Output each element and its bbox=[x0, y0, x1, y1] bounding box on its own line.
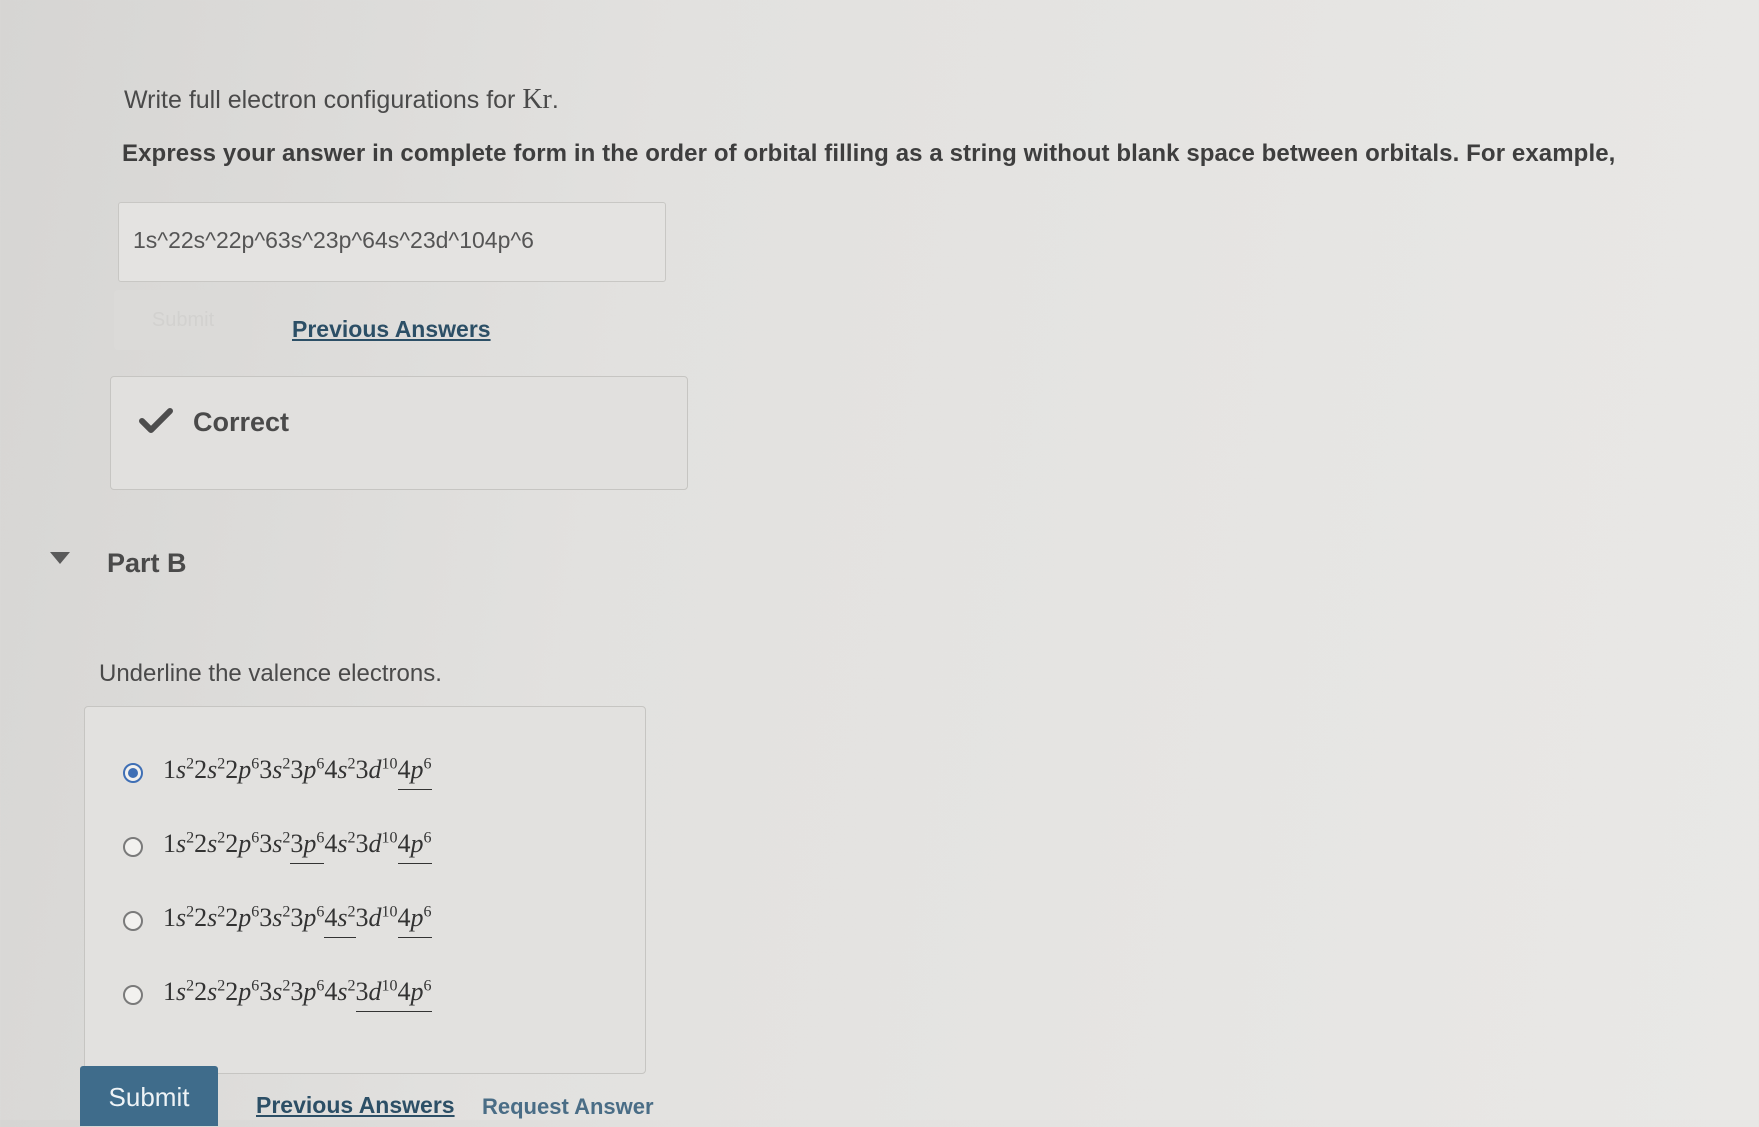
orbital-term: 3p6 bbox=[290, 903, 325, 932]
orbital-term: 1s2 bbox=[163, 977, 195, 1006]
orbital-term: 3p6 bbox=[290, 755, 325, 784]
orbital-term: 4p6 bbox=[397, 755, 432, 790]
orbital-term: 2s2 bbox=[194, 903, 226, 932]
orbital-term: 3s2 bbox=[259, 829, 291, 858]
request-answer-link[interactable]: Request Answer bbox=[482, 1094, 654, 1120]
orbital-term: 4s2 bbox=[324, 829, 356, 858]
orbital-term: 1s2 bbox=[163, 755, 195, 784]
orbital-term: 3s2 bbox=[259, 755, 291, 784]
collapse-triangle-icon[interactable] bbox=[50, 552, 70, 564]
orbital-term: 3s2 bbox=[259, 977, 291, 1006]
config-option-2: 1s22s22p63s23p64s23d104p6 bbox=[163, 829, 432, 864]
orbital-term: 4p6 bbox=[397, 829, 432, 864]
radio-option-2[interactable] bbox=[123, 836, 143, 857]
previous-answers-link[interactable]: Previous Answers bbox=[292, 316, 491, 343]
orbital-term: 3d10 bbox=[355, 903, 398, 932]
orbital-term: 3d10 bbox=[355, 829, 398, 858]
config-option-1: 1s22s22p63s23p64s23d104p6 bbox=[163, 755, 432, 790]
orbital-term: 2s2 bbox=[194, 977, 226, 1006]
radio-option-4[interactable] bbox=[123, 984, 143, 1005]
orbital-term: 3s2 bbox=[259, 903, 291, 932]
feedback-box: Correct bbox=[110, 376, 688, 490]
orbital-term: 2s2 bbox=[194, 755, 226, 784]
orbital-term: 3d10 bbox=[355, 977, 398, 1012]
config-option-3: 1s22s22p63s23p64s23d104p6 bbox=[163, 903, 432, 938]
prompt-text: Write full electron configurations for bbox=[124, 86, 523, 114]
option-4[interactable]: 1s22s22p63s23p64s23d104p6 bbox=[123, 977, 432, 1012]
orbital-term: 1s2 bbox=[163, 829, 195, 858]
orbital-term: 4p6 bbox=[397, 903, 432, 938]
orbital-term: 3p6 bbox=[290, 977, 325, 1006]
previous-answers-link-b[interactable]: Previous Answers bbox=[256, 1092, 455, 1119]
radio-option-1[interactable] bbox=[123, 762, 143, 783]
orbital-term: 4s2 bbox=[324, 977, 356, 1006]
option-3[interactable]: 1s22s22p63s23p64s23d104p6 bbox=[123, 903, 432, 938]
orbital-term: 2p6 bbox=[225, 977, 260, 1006]
radio-option-3[interactable] bbox=[123, 910, 143, 931]
orbital-term: 4s2 bbox=[324, 755, 356, 784]
orbital-term: 4s2 bbox=[324, 903, 356, 938]
answer-value: 1s^22s^22p^63s^23p^64s^23d^104p^6 bbox=[133, 227, 534, 253]
submit-button-disabled[interactable]: Submit bbox=[114, 290, 252, 350]
answer-instructions: Express your answer in complete form in … bbox=[122, 140, 1616, 167]
orbital-term: 2p6 bbox=[225, 755, 260, 784]
orbital-term: 1s2 bbox=[163, 903, 195, 932]
orbital-term: 4p6 bbox=[397, 977, 432, 1012]
option-2[interactable]: 1s22s22p63s23p64s23d104p6 bbox=[123, 829, 432, 864]
part-b-question: Underline the valence electrons. bbox=[99, 660, 442, 687]
option-1[interactable]: 1s22s22p63s23p64s23d104p6 bbox=[123, 755, 432, 790]
part-b-title: Part B bbox=[107, 548, 187, 578]
answer-input[interactable]: 1s^22s^22p^63s^23p^64s^23d^104p^6 bbox=[118, 202, 666, 282]
orbital-term: 2s2 bbox=[194, 829, 226, 858]
checkmark-icon bbox=[139, 408, 173, 433]
submit-button[interactable]: Submit bbox=[80, 1066, 218, 1126]
part-a-prompt: Write full electron configurations for K… bbox=[124, 84, 559, 115]
element-symbol: Kr bbox=[522, 84, 552, 115]
correct-label: Correct bbox=[193, 407, 290, 437]
orbital-term: 3d10 bbox=[355, 755, 398, 784]
orbital-term: 2p6 bbox=[225, 829, 260, 858]
orbital-term: 3p6 bbox=[290, 829, 325, 864]
options-group: 1s22s22p63s23p64s23d104p6 1s22s22p63s23p… bbox=[84, 706, 646, 1074]
config-option-4: 1s22s22p63s23p64s23d104p6 bbox=[163, 977, 432, 1012]
orbital-term: 2p6 bbox=[225, 903, 260, 932]
